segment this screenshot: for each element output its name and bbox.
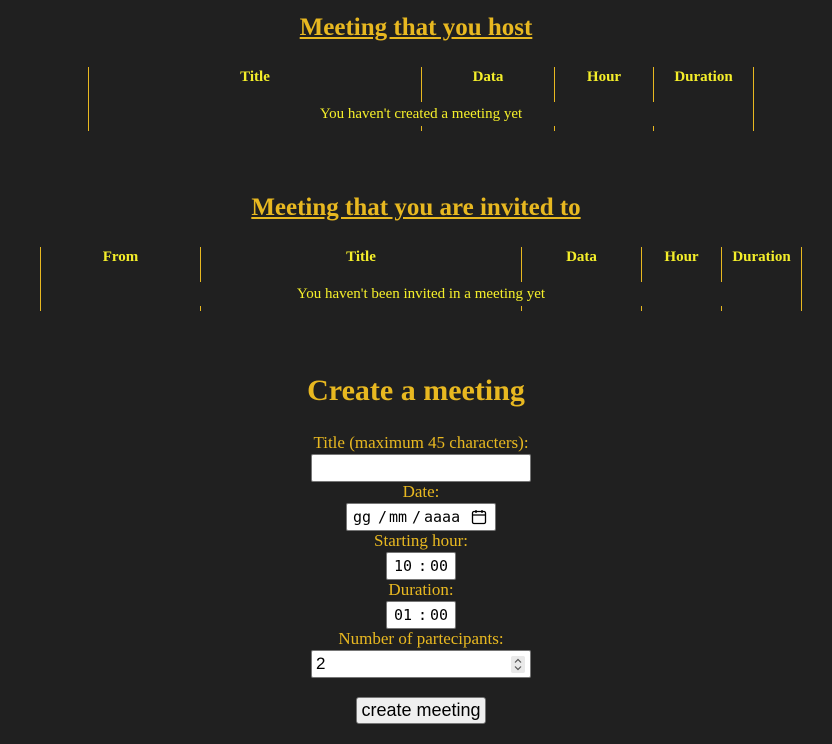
table-border	[421, 126, 422, 131]
participants-input[interactable]: 2	[311, 650, 531, 678]
create-meeting-heading: Create a meeting	[307, 374, 525, 407]
starting-hour-hours: 10	[394, 557, 413, 575]
create-meeting-button[interactable]: create meeting	[356, 697, 486, 724]
time-separator: :	[418, 557, 428, 575]
title-label: Title (maximum 45 characters):	[313, 433, 529, 452]
time-separator: :	[418, 606, 428, 624]
duration-hours: 01	[394, 606, 413, 624]
starting-hour-input[interactable]: 10 : 00	[386, 552, 456, 580]
invited-meetings-heading: Meeting that you are invited to	[251, 194, 581, 221]
table-border	[801, 247, 802, 311]
column-header-data: Data	[472, 69, 504, 85]
table-border	[554, 126, 555, 131]
column-header-title: Title	[346, 249, 376, 265]
date-day-placeholder: gg	[353, 508, 372, 526]
date-separator: /	[412, 508, 422, 526]
table-border	[521, 306, 522, 311]
table-border	[641, 306, 642, 311]
column-header-duration: Duration	[674, 69, 733, 85]
column-header-hour: Hour	[664, 249, 699, 265]
duration-label: Duration:	[388, 580, 454, 599]
date-month-placeholder: mm	[389, 508, 408, 526]
date-separator: /	[378, 508, 388, 526]
column-header-data: Data	[566, 249, 597, 265]
date-year-placeholder: aaaa	[424, 508, 461, 526]
table-border	[200, 306, 201, 311]
duration-input[interactable]: 01 : 00	[386, 601, 456, 629]
title-input[interactable]	[311, 454, 531, 482]
table-border	[721, 306, 722, 311]
participants-value: 2	[316, 654, 326, 673]
date-input[interactable]: gg / mm / aaaa	[346, 503, 496, 531]
hosted-empty-message: You haven't created a meeting yet	[319, 106, 523, 122]
column-header-title: Title	[240, 69, 270, 85]
table-border	[753, 67, 754, 131]
date-label: Date:	[402, 482, 440, 501]
column-header-hour: Hour	[586, 69, 622, 85]
participants-label: Number of partecipants:	[338, 629, 504, 648]
starting-hour-minutes: 00	[430, 557, 449, 575]
number-spinner-icon[interactable]	[511, 656, 525, 673]
column-header-duration: Duration	[732, 249, 791, 265]
calendar-icon[interactable]	[471, 509, 487, 525]
table-border	[653, 126, 654, 131]
invited-empty-message: You haven't been invited in a meeting ye…	[296, 286, 546, 302]
hosted-meetings-heading: Meeting that you host	[299, 14, 533, 41]
duration-minutes: 00	[430, 606, 449, 624]
starting-hour-label: Starting hour:	[374, 531, 468, 550]
column-header-from: From	[102, 249, 139, 265]
